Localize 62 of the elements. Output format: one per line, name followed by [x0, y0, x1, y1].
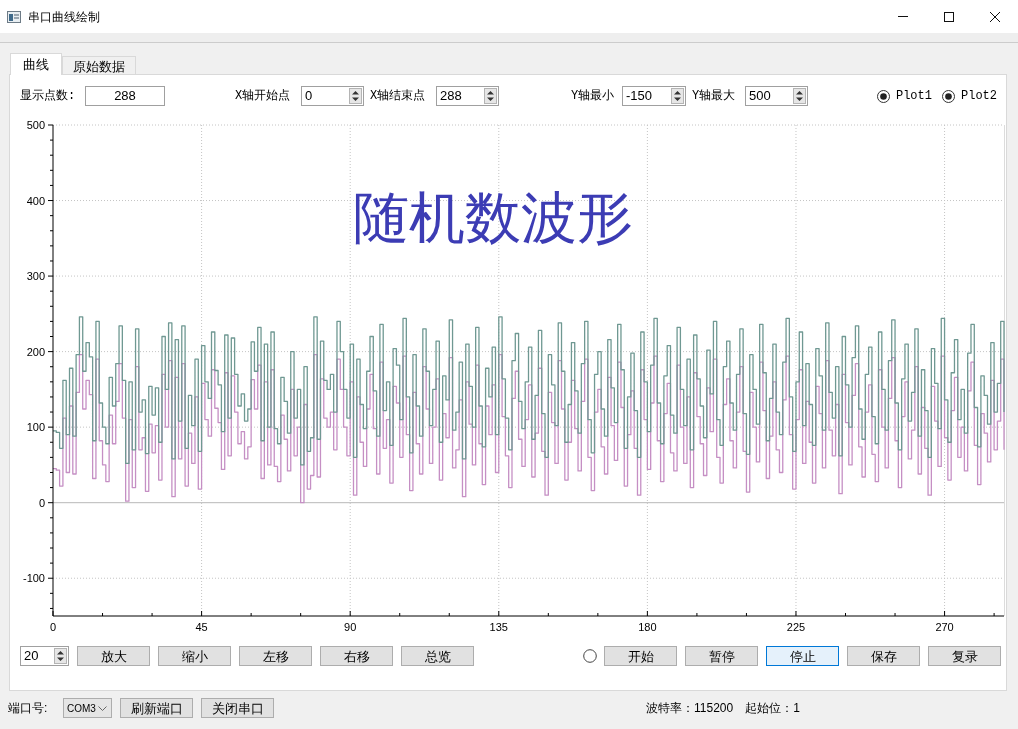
tick-label: -100: [22, 572, 45, 585]
up-down-arrows-icon: [674, 91, 681, 101]
up-down-arrows-icon: [487, 91, 494, 101]
spin-button[interactable]: [54, 648, 67, 664]
tick-label: 400: [26, 194, 45, 207]
field-label: Y轴最大: [692, 88, 737, 105]
port-button[interactable]: 刷新端口: [120, 698, 193, 718]
window-title: 串口曲线绘制: [28, 8, 100, 26]
toolbar-button[interactable]: 右移: [320, 646, 393, 666]
window-icon: [7, 10, 21, 23]
tick-label: 180: [638, 621, 657, 633]
field-label: Y轴最小: [571, 88, 616, 105]
spin-button[interactable]: [349, 88, 362, 104]
control-button[interactable]: 暂停: [685, 646, 758, 666]
port-label: 端口号:: [8, 700, 49, 717]
plot-radio-option[interactable]: Plot1: [876, 87, 932, 105]
control-button[interactable]: 开始: [604, 646, 677, 666]
number-field[interactable]: 288: [85, 86, 165, 106]
tick-label: 0: [49, 621, 57, 633]
field-label: X轴结束点: [370, 88, 427, 105]
tick-label: 135: [489, 621, 508, 633]
up-down-arrows-icon: [352, 91, 359, 101]
port-dropdown[interactable]: COM3: [63, 698, 112, 718]
tick-label: 225: [786, 621, 806, 633]
spin-button[interactable]: [484, 88, 497, 104]
plot-radio-option[interactable]: Plot2: [942, 87, 997, 105]
chart-title: 随机数波形: [353, 185, 633, 250]
up-down-arrows-icon: [57, 651, 64, 661]
minimize-icon: [898, 16, 908, 17]
spin-button[interactable]: [671, 88, 684, 104]
chevron-down-icon: [98, 705, 107, 711]
port-button[interactable]: 关闭串口: [201, 698, 274, 718]
spin-button[interactable]: [793, 88, 806, 104]
spin-box[interactable]: 500: [745, 86, 808, 106]
close-icon: [990, 11, 1000, 22]
control-button[interactable]: 保存: [847, 646, 920, 666]
spin-box[interactable]: -150: [622, 86, 686, 106]
status-text: 起始位：1: [745, 700, 800, 717]
up-down-arrows-icon: [796, 91, 803, 101]
maximize-icon: [944, 11, 954, 22]
tab[interactable]: 曲线: [10, 53, 62, 75]
field-label: 显示点数:: [20, 88, 77, 105]
tick-label: 300: [26, 270, 45, 283]
control-button[interactable]: 停止: [766, 646, 839, 666]
toolbar-button[interactable]: 总览: [401, 646, 474, 666]
toolbar-button[interactable]: 左移: [239, 646, 312, 666]
tick-label: 0: [38, 496, 45, 509]
spin-box[interactable]: 0: [301, 86, 364, 106]
tick-label: 100: [26, 421, 45, 434]
spin-box[interactable]: 20: [20, 646, 69, 666]
toolbar-button[interactable]: 缩小: [158, 646, 231, 666]
toolbar-button[interactable]: 放大: [77, 646, 150, 666]
field-label: X轴开始点: [235, 88, 292, 105]
tick-label: 200: [26, 345, 45, 358]
tick-label: 45: [195, 621, 208, 633]
tab[interactable]: 原始数据: [62, 56, 136, 74]
spin-box[interactable]: 288: [436, 86, 499, 106]
status-text: 波特率：115200: [646, 700, 734, 717]
tick-label: 270: [935, 621, 954, 633]
tick-label: 500: [26, 119, 45, 131]
tick-label: 90: [344, 621, 357, 633]
control-button[interactable]: 复录: [928, 646, 1001, 666]
